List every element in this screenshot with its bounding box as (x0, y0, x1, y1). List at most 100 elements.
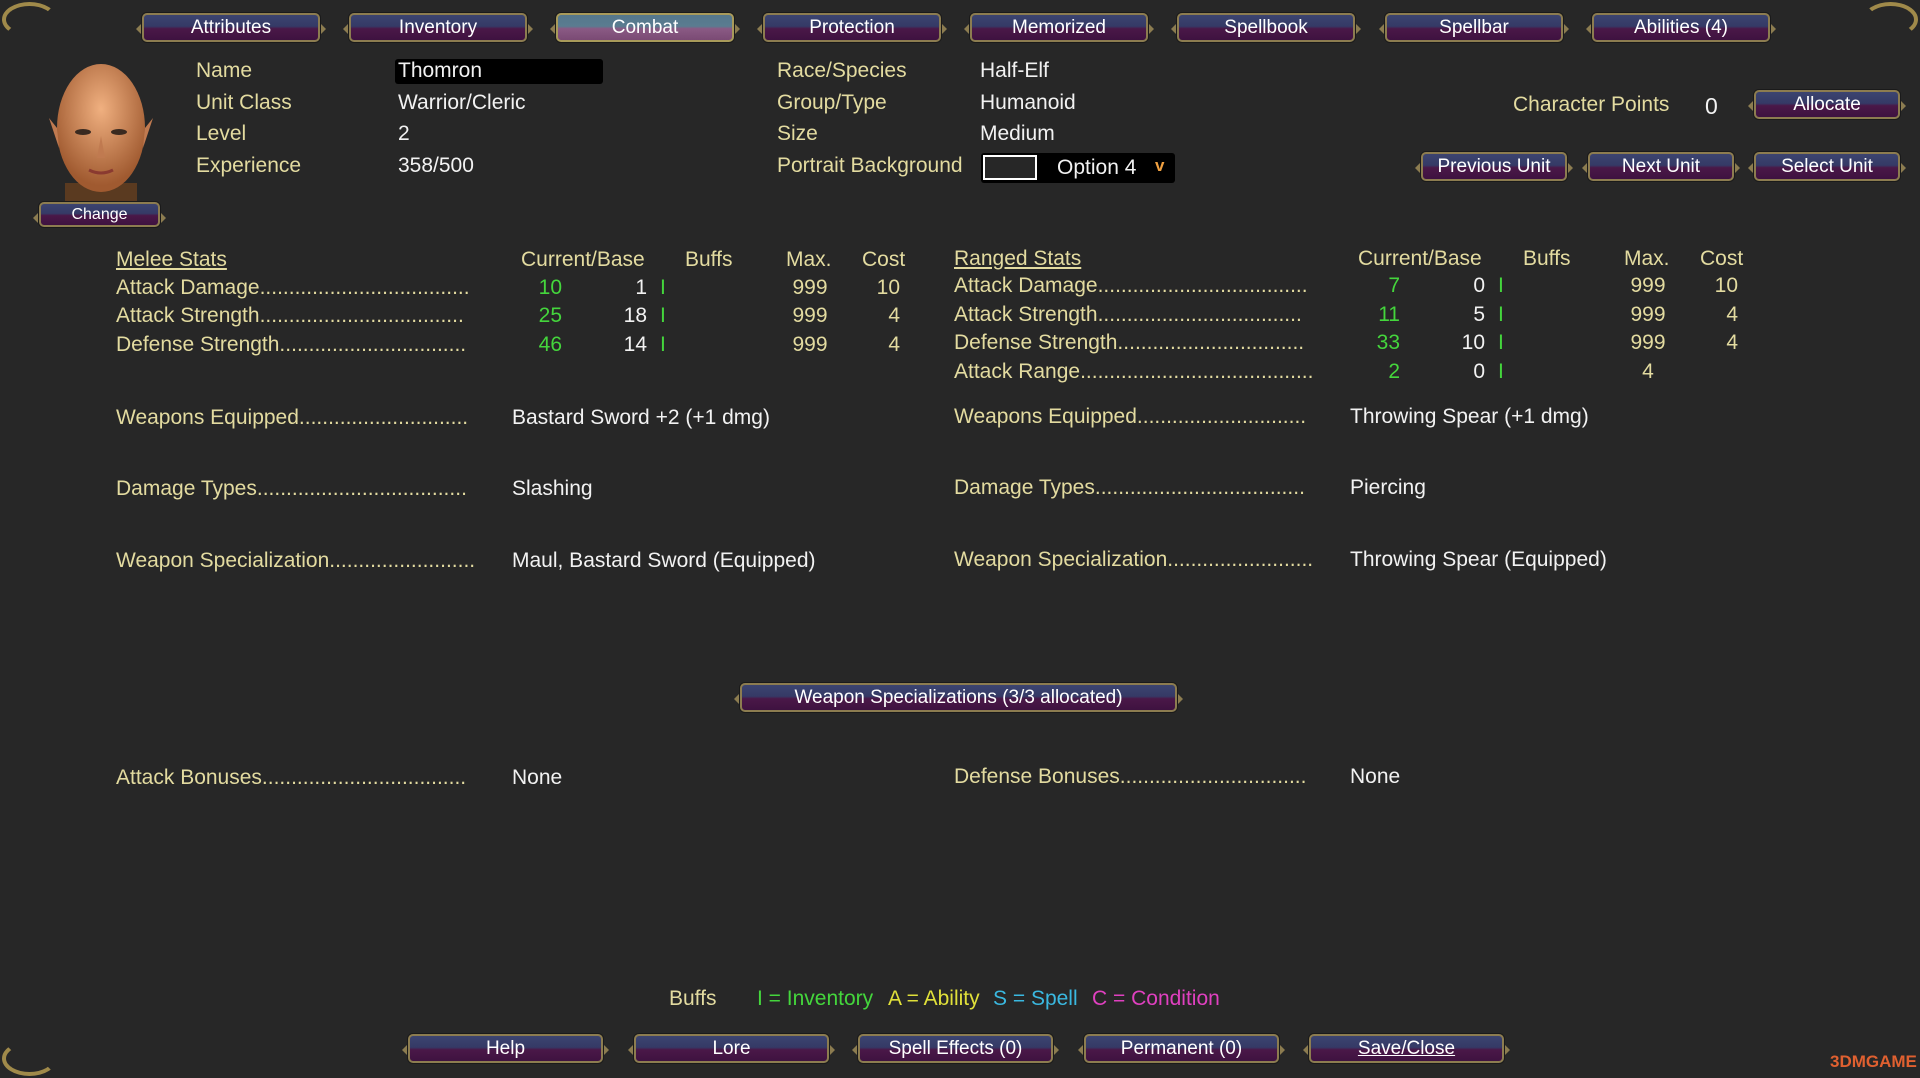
ranged-damage-types-label: Damage Types............................… (954, 476, 1305, 500)
stat-label: Attack Strength.........................… (954, 303, 1302, 327)
size-value: Medium (980, 122, 1055, 146)
group-label: Group/Type (777, 91, 887, 115)
stat-base: 10 (1438, 331, 1485, 355)
attack-bonuses-value: None (512, 766, 562, 790)
tab-protection[interactable]: Protection (763, 13, 941, 42)
portrait-background-dropdown[interactable]: Option 4 v (981, 153, 1175, 183)
corner-ornament-tl (2, 2, 57, 37)
tab-spellbook[interactable]: Spellbook (1177, 13, 1355, 42)
ranged-specialization-label: Weapon Specialization...................… (954, 548, 1313, 572)
header-cost: Cost (862, 248, 905, 272)
stat-cost: 4 (1688, 303, 1738, 327)
legend-ability: A = Ability (888, 987, 980, 1011)
color-swatch (983, 155, 1037, 180)
stat-current: 10 (520, 276, 562, 300)
stat-current: 2 (1358, 360, 1400, 384)
stat-base: 1 (600, 276, 647, 300)
race-label: Race/Species (777, 59, 907, 83)
header-max: Max. (1624, 247, 1670, 271)
header-cost: Cost (1700, 247, 1743, 271)
next-unit-button[interactable]: Next Unit (1588, 152, 1734, 181)
melee-weapons-label: Weapons Equipped........................… (116, 406, 468, 430)
stat-buff: I (1498, 331, 1504, 355)
stat-max: 999 (1618, 303, 1678, 327)
unit-class-value: Warrior/Cleric (398, 91, 526, 115)
save-close-button[interactable]: Save/Close (1309, 1034, 1504, 1063)
legend-spell: S = Spell (993, 987, 1078, 1011)
stat-buff: I (660, 276, 666, 300)
ranged-weapons-label: Weapons Equipped........................… (954, 405, 1306, 429)
corner-ornament-tr (1863, 2, 1918, 37)
stat-label: Attack Range............................… (954, 360, 1313, 384)
stat-current: 25 (520, 304, 562, 328)
legend-condition: C = Condition (1092, 987, 1220, 1011)
tab-abilities[interactable]: Abilities (4) (1592, 13, 1770, 42)
watermark-logo: 3DMGAME (1830, 1052, 1917, 1072)
group-value: Humanoid (980, 91, 1076, 115)
stat-cost: 10 (850, 276, 900, 300)
corner-ornament-bl (2, 1041, 57, 1076)
melee-specialization-value: Maul, Bastard Sword (Equipped) (512, 549, 816, 573)
permanent-button[interactable]: Permanent (0) (1084, 1034, 1279, 1063)
stat-max: 999 (1618, 331, 1678, 355)
size-label: Size (777, 122, 818, 146)
header-buffs: Buffs (685, 248, 732, 272)
legend-inventory: I = Inventory (757, 987, 873, 1011)
stat-base: 0 (1438, 274, 1485, 298)
name-input[interactable]: Thomron (395, 59, 603, 84)
tab-spellbar[interactable]: Spellbar (1385, 13, 1563, 42)
header-current-base: Current/Base (1358, 247, 1482, 271)
experience-value: 358/500 (398, 154, 474, 178)
stat-max: 999 (1618, 274, 1678, 298)
melee-specialization-label: Weapon Specialization...................… (116, 549, 475, 573)
stat-max: 999 (780, 276, 840, 300)
level-value: 2 (398, 122, 410, 146)
stat-buff: I (660, 304, 666, 328)
header-current-base: Current/Base (521, 248, 645, 272)
weapon-specializations-button[interactable]: Weapon Specializations (3/3 allocated) (740, 683, 1177, 712)
tab-attributes[interactable]: Attributes (142, 13, 320, 42)
stat-label: Attack Strength.........................… (116, 304, 464, 328)
melee-stats-title: Melee Stats (116, 248, 227, 272)
stat-current: 7 (1358, 274, 1400, 298)
portrait-background-label: Portrait Background (777, 154, 963, 178)
tab-combat[interactable]: Combat (556, 13, 734, 42)
dropdown-value: Option 4 (1057, 156, 1136, 180)
spell-effects-button[interactable]: Spell Effects (0) (858, 1034, 1053, 1063)
header-buffs: Buffs (1523, 247, 1570, 271)
stat-base: 5 (1438, 303, 1485, 327)
allocate-button[interactable]: Allocate (1754, 90, 1900, 119)
character-points-value: 0 (1705, 93, 1718, 120)
stat-label: Attack Damage...........................… (116, 276, 470, 300)
chevron-down-icon: v (1155, 156, 1164, 176)
race-value: Half-Elf (980, 59, 1049, 83)
change-portrait-button[interactable]: Change (39, 202, 160, 227)
attack-bonuses-label: Attack Bonuses..........................… (116, 766, 466, 790)
tab-memorized[interactable]: Memorized (970, 13, 1148, 42)
help-button[interactable]: Help (408, 1034, 603, 1063)
stat-label: Defense Strength........................… (116, 333, 466, 357)
previous-unit-button[interactable]: Previous Unit (1421, 152, 1567, 181)
legend-title: Buffs (669, 987, 716, 1011)
ranged-weapons-value: Throwing Spear (+1 dmg) (1350, 405, 1589, 429)
stat-current: 46 (520, 333, 562, 357)
melee-damage-types-value: Slashing (512, 477, 593, 501)
stat-base: 0 (1438, 360, 1485, 384)
stat-current: 11 (1358, 303, 1400, 327)
stat-current: 33 (1358, 331, 1400, 355)
stat-cost: 4 (1688, 331, 1738, 355)
stat-label: Defense Strength........................… (954, 331, 1304, 355)
melee-damage-types-label: Damage Types............................… (116, 477, 467, 501)
tab-inventory[interactable]: Inventory (349, 13, 527, 42)
stat-buff: I (1498, 360, 1504, 384)
portrait-face-icon (45, 58, 157, 204)
stat-base: 18 (600, 304, 647, 328)
defense-bonuses-value: None (1350, 765, 1400, 789)
ranged-damage-types-value: Piercing (1350, 476, 1426, 500)
stat-buff: I (660, 333, 666, 357)
lore-button[interactable]: Lore (634, 1034, 829, 1063)
stat-cost: 10 (1688, 274, 1738, 298)
level-label: Level (196, 122, 246, 146)
select-unit-button[interactable]: Select Unit (1754, 152, 1900, 181)
header-max: Max. (786, 248, 832, 272)
